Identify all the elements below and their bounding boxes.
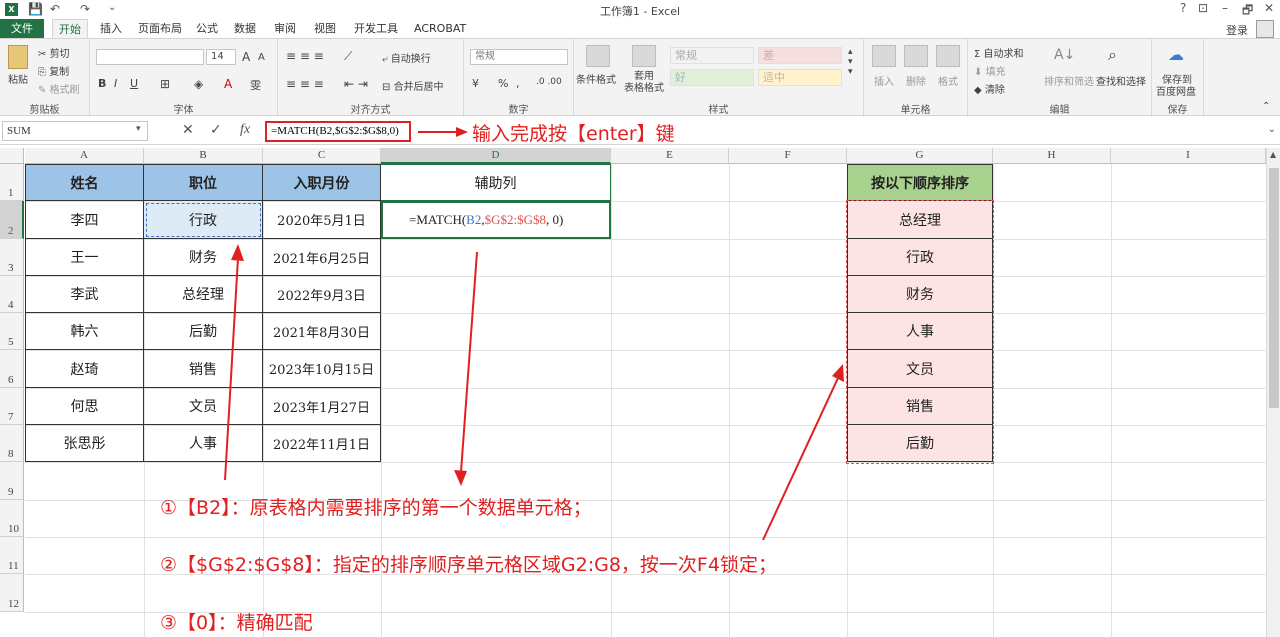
scroll-thumb[interactable]	[1269, 168, 1279, 408]
arrow-b2-head	[231, 244, 244, 261]
note-1: ①【B2】：原表格内需要排序的第一个数据单元格；	[160, 497, 592, 519]
arrow-g	[762, 377, 839, 541]
arrow-b2	[224, 257, 239, 481]
annotation-arrows	[224, 244, 844, 541]
arrow-d-head	[454, 470, 467, 486]
note-3: ③【0】：精确匹配	[160, 612, 313, 634]
arrow-d	[460, 251, 478, 473]
note-2: ②【$G$2:$G$8】：指定的排序顺序单元格区域G2:G8，按一次F4锁定；	[160, 554, 777, 576]
vertical-scrollbar[interactable]: ▲	[1266, 148, 1280, 637]
scroll-up-icon[interactable]: ▲	[1270, 150, 1276, 159]
